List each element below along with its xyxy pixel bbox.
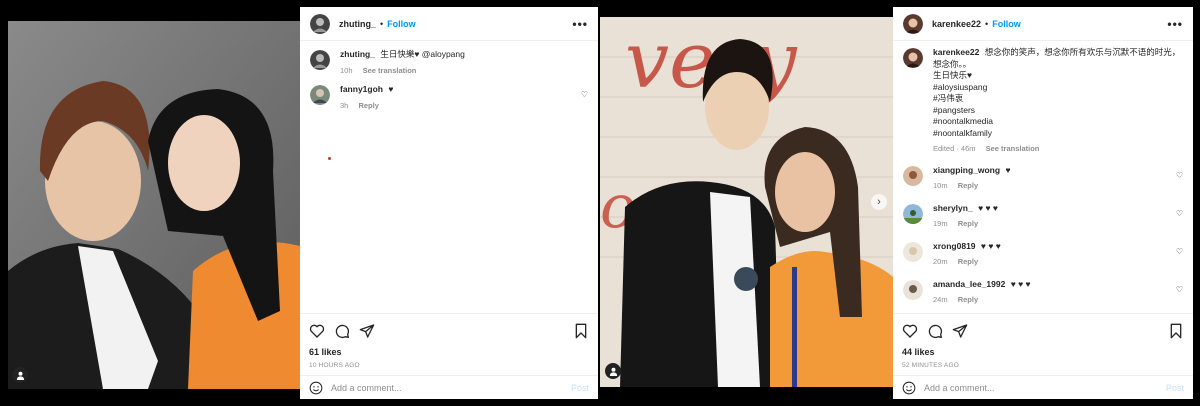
comments-list: karenkee22 想念你的笑声，想念你所有欢乐与沉默不语的时光，想念你。。 … xyxy=(893,41,1193,313)
hashtag-link[interactable]: #noontalkfamily xyxy=(933,128,1183,140)
reply-button[interactable]: Reply xyxy=(958,257,978,266)
username[interactable]: zhuting_ xyxy=(339,19,376,29)
more-icon[interactable]: ••• xyxy=(572,17,588,31)
avatar[interactable] xyxy=(903,241,923,262)
decorative-dot xyxy=(328,157,331,160)
post-timestamp[interactable]: 52 MINUTES AGO xyxy=(893,357,1193,375)
reply-button[interactable]: Reply xyxy=(358,101,378,110)
follow-button[interactable]: Follow xyxy=(387,19,416,29)
hashtag-link[interactable]: #aloysiuspang xyxy=(933,82,1183,94)
list-item: xrong0819 ♥ ♥ ♥ 20m Reply ♡ xyxy=(903,241,1183,268)
comment-username[interactable]: zhuting_ xyxy=(340,49,375,59)
comment-username[interactable]: amanda_lee_1992 xyxy=(933,279,1005,289)
list-item: fanny1goh ♥ 3h Reply ♡ xyxy=(310,84,588,111)
comment-input[interactable]: Add a comment... xyxy=(924,383,995,393)
heart-icon[interactable] xyxy=(309,323,325,339)
post-caption: karenkee22 想念你的笑声，想念你所有欢乐与沉默不语的时光，想念你。。 … xyxy=(903,47,1183,155)
comment-text: ♥ ♥ ♥ xyxy=(978,202,998,213)
caption-username[interactable]: karenkee22 xyxy=(933,47,979,57)
comment-time[interactable]: 10h xyxy=(340,66,353,75)
list-item: xiangping_wong ♥ 10m Reply ♡ xyxy=(903,165,1183,192)
likes-count[interactable]: 61 likes xyxy=(300,347,598,357)
follow-button[interactable]: Follow xyxy=(992,19,1021,29)
comment-composer: Add a comment... Post xyxy=(300,375,598,399)
avatar[interactable] xyxy=(310,50,330,70)
list-item: zhuting_ 生日快樂♥ @aloypang 10h See transla… xyxy=(310,49,588,76)
comment-username[interactable]: xrong0819 xyxy=(933,241,976,251)
caption-line: 生日快乐♥ xyxy=(933,70,973,80)
comment-composer: Add a comment... Post xyxy=(893,375,1193,399)
reply-button[interactable]: Reply xyxy=(958,219,978,228)
more-icon[interactable]: ••• xyxy=(1167,17,1183,31)
hashtag-link[interactable]: #pangsters xyxy=(933,105,1183,117)
post-side-panel: karenkee22 • Follow ••• karenkee22 想念你的笑… xyxy=(893,7,1193,399)
comment-username[interactable]: fanny1goh xyxy=(340,84,383,94)
like-comment-icon[interactable]: ♡ xyxy=(581,90,588,99)
instagram-post-2: very om › karenkee22 • Follow •• xyxy=(600,0,1200,406)
separator-dot: • xyxy=(380,18,384,29)
reply-button[interactable]: Reply xyxy=(958,181,978,190)
comment-time[interactable]: 10m xyxy=(933,181,948,190)
username[interactable]: karenkee22 xyxy=(932,19,981,29)
avatar[interactable] xyxy=(903,279,923,300)
bookmark-icon[interactable] xyxy=(1168,323,1184,339)
share-icon[interactable] xyxy=(359,323,375,339)
avatar[interactable] xyxy=(903,48,923,68)
comment-time[interactable]: 20m xyxy=(933,257,948,266)
emoji-icon[interactable] xyxy=(309,381,323,395)
post-photo[interactable] xyxy=(8,21,300,389)
instagram-post-1: zhuting_ • Follow ••• zhuting_ 生日快樂♥ @al… xyxy=(0,0,600,406)
comment-username[interactable]: xiangping_wong xyxy=(933,165,1000,175)
post-button[interactable]: Post xyxy=(571,383,589,393)
comments-list: zhuting_ 生日快樂♥ @aloypang 10h See transla… xyxy=(300,41,598,313)
post-button[interactable]: Post xyxy=(1166,383,1184,393)
comment-input[interactable]: Add a comment... xyxy=(331,383,402,393)
bookmark-icon[interactable] xyxy=(573,323,589,339)
user-tag-icon[interactable] xyxy=(605,363,621,379)
avatar[interactable] xyxy=(310,85,330,105)
like-comment-icon[interactable]: ♡ xyxy=(1176,247,1183,256)
comment-text: ♥ xyxy=(1005,164,1011,175)
post-side-panel: zhuting_ • Follow ••• zhuting_ 生日快樂♥ @al… xyxy=(300,7,598,399)
comment-time[interactable]: 19m xyxy=(933,219,948,228)
comment-username[interactable]: sherylyn_ xyxy=(933,203,973,213)
avatar[interactable] xyxy=(903,203,923,224)
post-header: karenkee22 • Follow ••• xyxy=(893,7,1193,41)
comment-icon[interactable] xyxy=(927,323,943,339)
reply-button[interactable]: Reply xyxy=(958,295,978,304)
hashtag-link[interactable]: #noontalkmedia xyxy=(933,116,1183,128)
likes-count[interactable]: 44 likes xyxy=(893,347,1193,357)
post-timestamp[interactable]: 10 HOURS AGO xyxy=(300,357,598,375)
action-bar xyxy=(893,313,1193,347)
action-bar xyxy=(300,313,598,347)
next-arrow-icon[interactable]: › xyxy=(871,194,887,210)
comment-time[interactable]: 3h xyxy=(340,101,348,110)
heart-icon[interactable] xyxy=(902,323,918,339)
like-comment-icon[interactable]: ♡ xyxy=(1176,209,1183,218)
comment-time[interactable]: 24m xyxy=(933,295,948,304)
post-photo[interactable]: very om › xyxy=(600,17,893,387)
comment-icon[interactable] xyxy=(334,323,350,339)
avatar[interactable] xyxy=(903,165,923,186)
like-comment-icon[interactable]: ♡ xyxy=(1176,171,1183,180)
emoji-icon[interactable] xyxy=(902,381,916,395)
caption-time[interactable]: Edited · 46m xyxy=(933,144,976,153)
comment-text: ♥ ♥ ♥ xyxy=(1010,278,1031,289)
share-icon[interactable] xyxy=(952,323,968,339)
user-tag-icon[interactable] xyxy=(12,367,28,383)
list-item: sherylyn_ ♥ ♥ ♥ 19m Reply ♡ xyxy=(903,203,1183,230)
see-translation-link[interactable]: See translation xyxy=(363,66,417,75)
comment-text: ♥ xyxy=(388,84,394,94)
avatar[interactable] xyxy=(310,13,330,34)
avatar[interactable] xyxy=(903,13,923,34)
comment-text: 生日快樂♥ @aloypang xyxy=(380,49,465,59)
comment-text: ♥ ♥ ♥ xyxy=(980,240,1001,251)
post-header: zhuting_ • Follow ••• xyxy=(300,7,598,41)
separator-dot: • xyxy=(985,18,989,29)
like-comment-icon[interactable]: ♡ xyxy=(1176,285,1183,294)
list-item: amanda_lee_1992 ♥ ♥ ♥ 24m Reply ♡ xyxy=(903,279,1183,306)
see-translation-link[interactable]: See translation xyxy=(986,144,1040,153)
hashtag-link[interactable]: #冯伟衷 xyxy=(933,93,1183,105)
